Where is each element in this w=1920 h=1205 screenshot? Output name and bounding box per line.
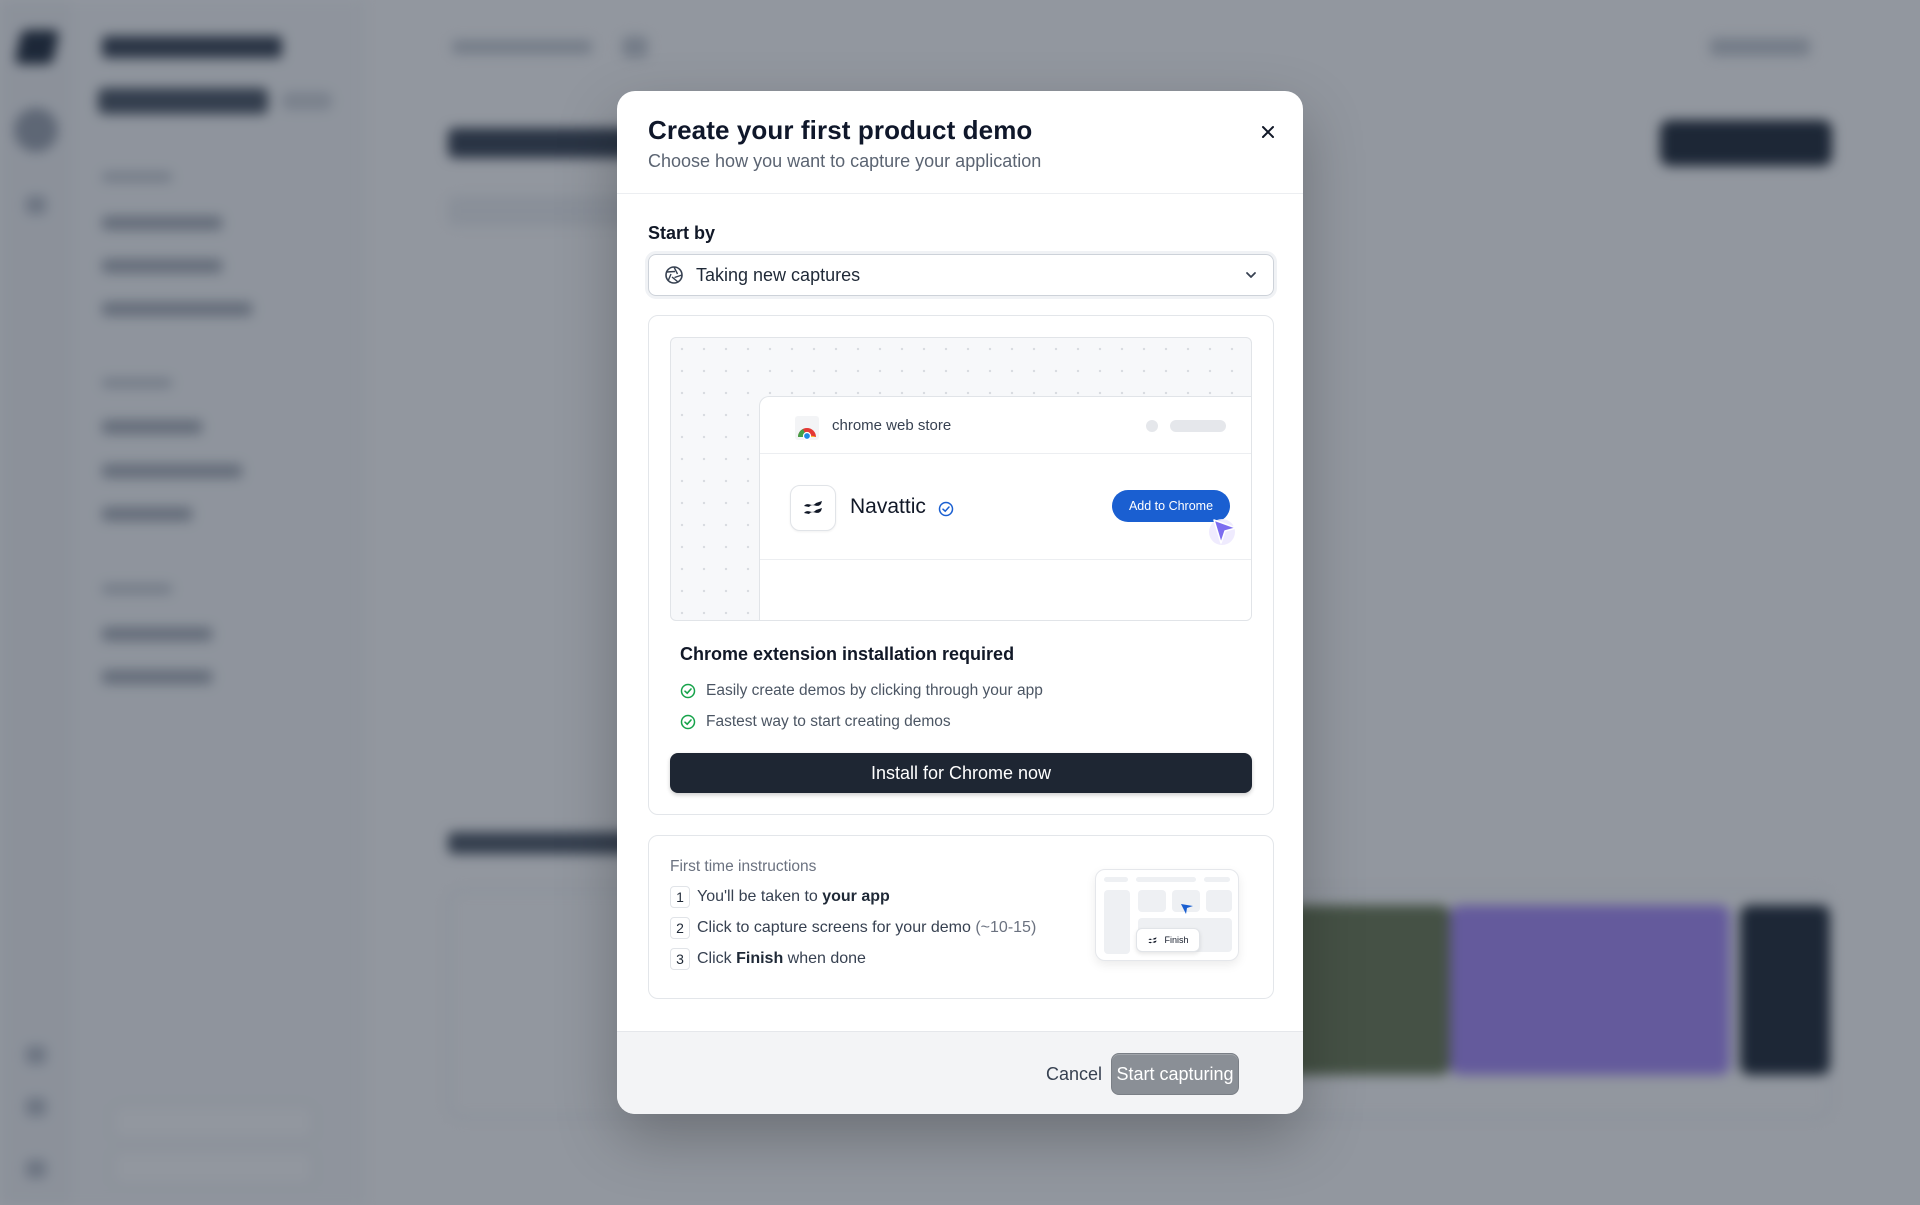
chrome-logo-icon	[795, 416, 819, 441]
benefit-item: Easily create demos by clicking through …	[680, 682, 1043, 700]
store-name: chrome web store	[832, 417, 952, 434]
benefit-text: Fastest way to start creating demos	[706, 713, 951, 730]
start-by-label: Start by	[648, 223, 716, 243]
instruction-step: 3 Click Finish when done	[670, 948, 866, 970]
step-emphasis: your app	[822, 888, 890, 905]
mini-finish-button: Finish	[1136, 928, 1200, 952]
mini-block	[1206, 890, 1232, 912]
store-header: chrome web store	[760, 397, 1251, 454]
instruction-step: 1 You'll be taken to your app	[670, 886, 890, 908]
instructions-title: First time instructions	[670, 858, 817, 875]
capture-method-select[interactable]: Taking new captures	[648, 254, 1274, 296]
modal-header: Create your first product demo Choose ho…	[617, 91, 1303, 194]
start-capturing-button[interactable]: Start capturing	[1111, 1053, 1239, 1095]
step-suffix: when done	[783, 950, 866, 967]
store-window: chrome web store Navattic Add to Chrome	[759, 396, 1251, 620]
mini-block	[1104, 890, 1130, 954]
benefit-text: Easily create demos by clicking through …	[706, 682, 1043, 699]
chevron-down-icon	[1246, 272, 1256, 278]
instruction-step: 2 Click to capture screens for your demo…	[670, 917, 1036, 939]
extension-name: Navattic	[850, 495, 926, 518]
select-value: Taking new captures	[696, 264, 861, 285]
close-icon	[1262, 126, 1274, 138]
mini-finish-label: Finish	[1164, 935, 1189, 945]
modal-footer: Cancel Start capturing	[617, 1031, 1303, 1114]
mini-block	[1204, 877, 1230, 882]
aperture-icon	[665, 266, 683, 284]
check-circle-icon	[680, 683, 696, 699]
create-demo-modal: Create your first product demo Choose ho…	[617, 91, 1303, 1114]
navattic-logo-icon	[790, 485, 836, 531]
cursor-pointer-icon	[1181, 904, 1193, 914]
store-placeholder	[1170, 420, 1226, 432]
store-placeholder	[1146, 420, 1158, 432]
check-circle-icon	[680, 714, 696, 730]
step-number: 3	[670, 948, 690, 970]
instructions-illustration: Finish	[1095, 869, 1239, 961]
step-number: 2	[670, 917, 690, 939]
chrome-store-preview: chrome web store Navattic Add to Chrome	[670, 337, 1252, 621]
mini-block	[1138, 890, 1166, 912]
step-text: You'll be taken to	[697, 888, 823, 905]
extension-listing: Navattic Add to Chrome	[760, 453, 1251, 560]
mini-block	[1136, 877, 1196, 882]
step-number: 1	[670, 886, 690, 908]
requirement-title: Chrome extension installation required	[680, 644, 1015, 664]
step-text: Click	[697, 950, 737, 967]
mini-block	[1104, 877, 1128, 882]
extension-panel: chrome web store Navattic Add to Chrome …	[648, 315, 1274, 815]
close-button[interactable]	[1253, 117, 1283, 147]
first-time-instructions: First time instructions 1 You'll be take…	[648, 835, 1274, 999]
step-emphasis: Finish	[736, 950, 784, 967]
cursor-pointer-icon	[1209, 519, 1237, 545]
navattic-logo-icon	[1148, 936, 1158, 943]
modal-title: Create your first product demo	[648, 115, 1033, 145]
step-count-hint: (~10-15)	[975, 919, 1037, 936]
modal-subtitle: Choose how you want to capture your appl…	[648, 151, 1042, 171]
benefit-item: Fastest way to start creating demos	[680, 713, 951, 731]
verified-badge-icon	[938, 501, 954, 517]
step-text: Click to capture screens for your demo	[697, 919, 976, 936]
install-for-chrome-button[interactable]: Install for Chrome now	[670, 753, 1252, 793]
